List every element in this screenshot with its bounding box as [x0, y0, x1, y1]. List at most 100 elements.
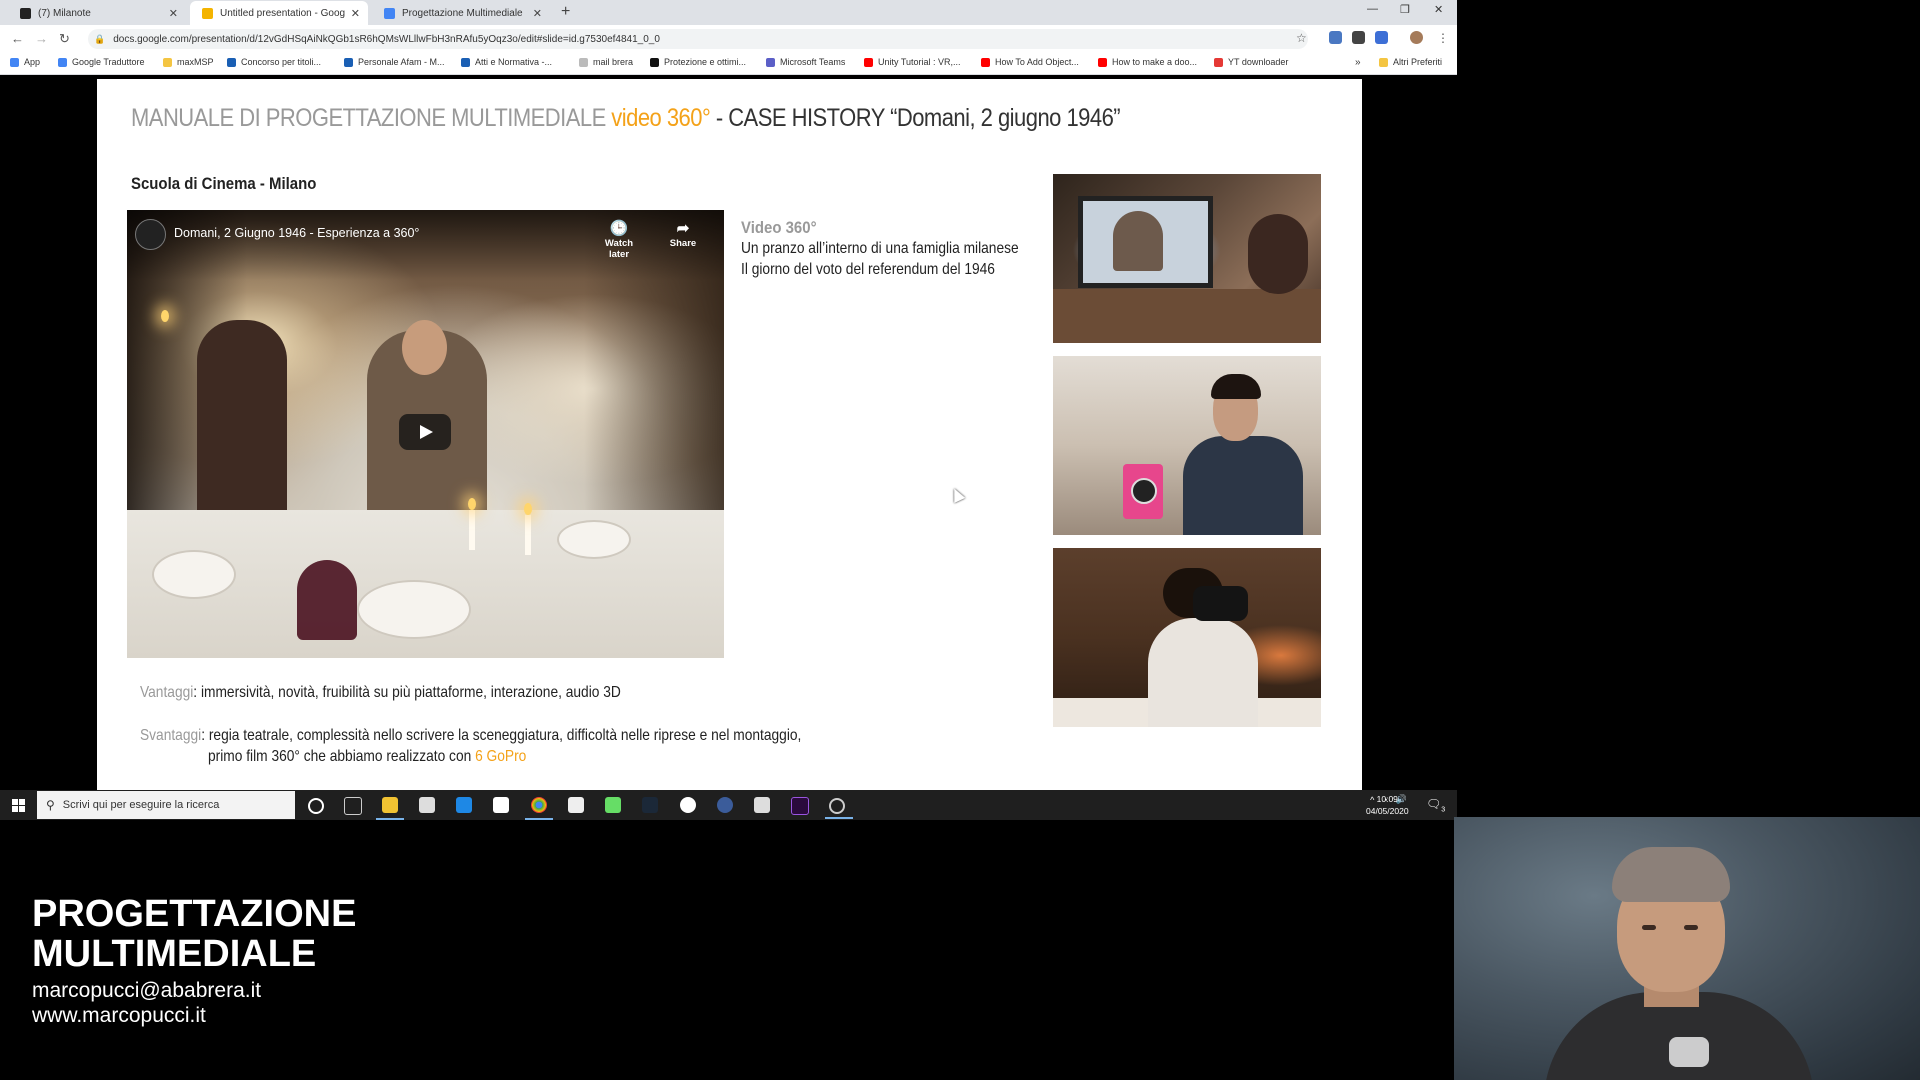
bookmark-item[interactable]: How to make a doo... [1098, 57, 1197, 67]
download-icon [1214, 57, 1223, 67]
restore-icon[interactable]: ❐ [1400, 3, 1410, 16]
contact-email: marcopucci@ababrera.it [32, 979, 262, 1002]
close-tab-icon[interactable]: ✕ [351, 7, 360, 20]
tab-progettazione[interactable]: Progettazione Multimediale ✕ [372, 1, 550, 25]
watch-later-button[interactable]: 🕒 Watch later [594, 220, 644, 260]
clock-icon: 🕒 [609, 220, 629, 237]
app-icon[interactable] [493, 797, 509, 813]
bookmark-item[interactable]: Microsoft Teams [766, 57, 845, 67]
tab-title: (7) Milanote [38, 7, 91, 19]
bookmark-item[interactable]: Altri Preferiti [1379, 57, 1442, 67]
bookmark-label: maxMSP [177, 57, 214, 67]
minimize-icon[interactable]: — [1367, 3, 1378, 15]
share-arrow-icon: ➦ [676, 220, 690, 237]
translate-icon [58, 57, 67, 67]
extension-icon[interactable] [1329, 31, 1342, 44]
chrome-icon[interactable] [525, 797, 553, 820]
cortana-icon[interactable] [308, 798, 324, 814]
video-scene-candle [525, 515, 531, 555]
title-highlight: video 360° [611, 104, 711, 132]
new-tab-button[interactable]: + [561, 3, 570, 21]
site-favicon-icon [227, 57, 236, 67]
share-button[interactable]: ➦ Share [658, 220, 708, 249]
slide-canvas: MANUALE DI PROGETTAZIONE MULTIMEDIALE vi… [97, 79, 1362, 791]
tab-milanote[interactable]: (7) Milanote ✕ [8, 1, 186, 25]
description-line: Un pranzo all’interno di una famiglia mi… [741, 240, 1019, 257]
url-text: docs.google.com/presentation/d/12vGdHSqA… [113, 33, 660, 45]
menu-kebab-icon[interactable]: ⋮ [1437, 31, 1449, 45]
bookmark-item[interactable]: Protezione e ottimi... [650, 57, 746, 67]
video-scene-plate [357, 580, 471, 639]
bookmark-item[interactable]: Atti e Normativa -... [461, 57, 552, 67]
oculus-icon[interactable] [568, 797, 584, 813]
video-scene-plate [557, 520, 631, 559]
notification-center-icon[interactable]: 🗨3 [1426, 797, 1445, 813]
google-slides-favicon-icon [202, 7, 213, 19]
app-icon[interactable] [825, 798, 853, 819]
close-window-icon[interactable]: ✕ [1434, 3, 1443, 16]
search-icon: ⚲ [46, 798, 55, 812]
steam-icon[interactable] [642, 797, 658, 813]
close-tab-icon[interactable]: ✕ [169, 7, 178, 20]
video-scene-flame [524, 503, 532, 515]
unity-icon[interactable] [754, 797, 770, 813]
unreal-engine-icon[interactable] [680, 797, 696, 813]
bookmark-label: Altri Preferiti [1393, 57, 1443, 67]
app-icon[interactable] [717, 797, 733, 813]
browser-toolbar: ← → ↻ 🔒 docs.google.com/presentation/d/1… [0, 25, 1457, 53]
extension-icon[interactable] [1375, 31, 1388, 44]
taskbar-clock[interactable]: 10:09 04/05/2020 [1366, 793, 1409, 817]
clock-date: 04/05/2020 [1366, 806, 1409, 816]
brand-title-line-1: PROGETTAZIONE [32, 893, 357, 935]
youtube-video-embed[interactable]: Domani, 2 Giugno 1946 - Esperienza a 360… [127, 210, 724, 658]
bookmark-label: App [24, 57, 41, 67]
bookmark-label: Google Traduttore [72, 57, 145, 67]
tab-google-slides[interactable]: Untitled presentation - Google S ✕ [190, 1, 368, 25]
video-scene-wine [297, 560, 357, 640]
bookmark-item[interactable]: mail brera [579, 57, 633, 67]
file-explorer-icon[interactable] [376, 797, 404, 820]
more-bookmarks-button[interactable]: » [1355, 57, 1361, 68]
bookmark-star-icon[interactable]: ☆ [1296, 31, 1307, 45]
video-scene-plate [152, 550, 236, 599]
windows-taskbar: ⚲ Scrivi qui per eseguire la ricerca ^ ◔… [0, 790, 1457, 820]
apps-grid-icon [10, 57, 19, 67]
bookmark-item[interactable]: maxMSP [163, 57, 214, 67]
bookmark-item[interactable]: YT downloader [1214, 57, 1288, 67]
extension-icon[interactable] [1352, 31, 1365, 44]
forward-icon[interactable]: → [35, 31, 48, 46]
close-tab-icon[interactable]: ✕ [533, 7, 542, 20]
bookmarks-bar: App Google Traduttore maxMSP Concorso pe… [0, 53, 1457, 75]
address-bar[interactable]: 🔒 docs.google.com/presentation/d/12vGdHS… [88, 29, 1308, 49]
video-scene-flame [468, 498, 476, 510]
bookmark-item[interactable]: Concorso per titoli... [227, 57, 321, 67]
bookmark-label: How To Add Object... [995, 57, 1079, 67]
photo-editing-session [1053, 174, 1321, 343]
bookmark-item[interactable]: How To Add Object... [981, 57, 1079, 67]
task-view-icon[interactable] [344, 797, 362, 815]
youtube-icon [981, 57, 990, 67]
photo-vr-headset [1053, 548, 1321, 727]
bookmark-label: Protezione e ottimi... [664, 57, 747, 67]
reload-icon[interactable]: ↻ [59, 31, 70, 47]
bookmark-item[interactable]: App [10, 57, 40, 67]
premiere-pro-icon[interactable] [791, 797, 809, 815]
mail-icon [579, 57, 588, 67]
windows-start-icon[interactable] [12, 799, 25, 812]
bookmark-item[interactable]: Unity Tutorial : VR,... [864, 57, 961, 67]
store-icon[interactable] [419, 797, 435, 813]
play-button[interactable] [399, 414, 451, 450]
video-title[interactable]: Domani, 2 Giugno 1946 - Esperienza a 360… [174, 226, 419, 240]
slide-subtitle: Scuola di Cinema - Milano [131, 174, 317, 193]
channel-avatar[interactable] [135, 219, 166, 250]
site-favicon-icon [461, 57, 470, 67]
bookmark-item[interactable]: Personale Afam - M... [344, 57, 445, 67]
back-icon[interactable]: ← [11, 31, 24, 46]
bookmark-item[interactable]: Google Traduttore [58, 57, 145, 67]
notification-count: 3 [1441, 806, 1446, 814]
taskbar-search-input[interactable]: ⚲ Scrivi qui per eseguire la ricerca [37, 791, 295, 819]
profile-avatar[interactable] [1410, 31, 1423, 44]
mail-app-icon[interactable] [456, 797, 472, 813]
search-placeholder: Scrivi qui per eseguire la ricerca [62, 799, 220, 811]
app-icon[interactable] [605, 797, 621, 813]
